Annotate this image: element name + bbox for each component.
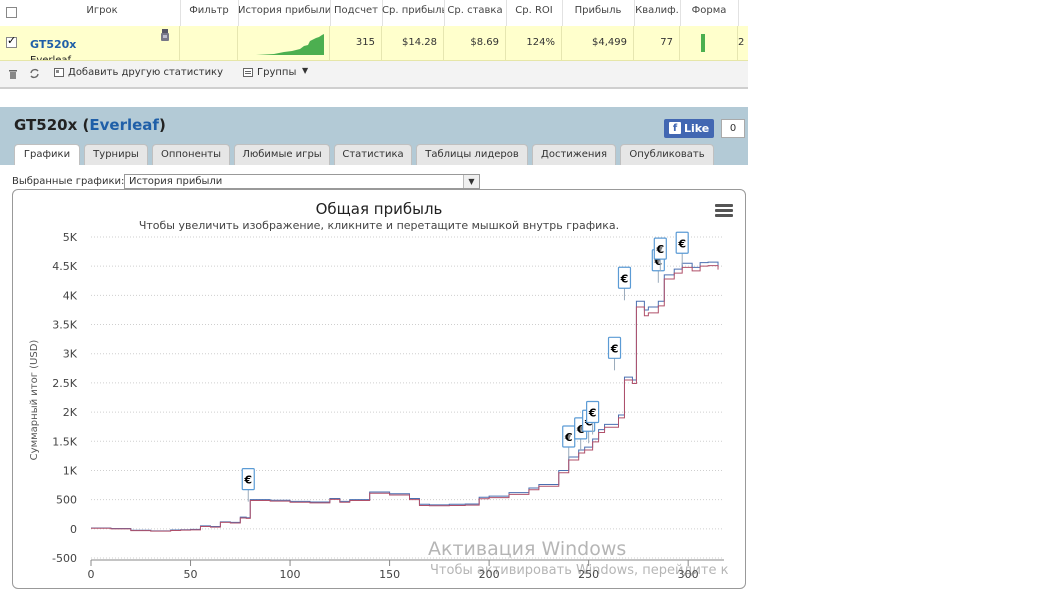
groups-button[interactable]: Группы — [257, 67, 296, 78]
y-tick-label: 2K — [63, 406, 78, 419]
windows-activation-text: Чтобы активировать Windows, перейдите к — [430, 563, 729, 578]
count-cell: 315 — [330, 26, 382, 60]
avg-stake-cell: $8.69 — [444, 26, 506, 60]
profit-chart[interactable]: 5K 4.5K 4K 3.5K 3K 2.5K 2K 1.5K 1K 500 0 -500 0 50 10… — [13, 190, 745, 588]
euro-marker[interactable]: € — [562, 425, 576, 460]
player-site: Everleaf — [30, 44, 71, 60]
selected-charts-label: Выбранные графики: — [12, 176, 125, 187]
sparkline-area — [256, 34, 324, 55]
profit-cell: $4,499 — [562, 26, 634, 60]
marker-label: € — [677, 237, 686, 250]
form-bar — [701, 34, 705, 52]
y-tick-label: 2.5K — [52, 377, 77, 390]
euro-marker[interactable]: € — [675, 231, 689, 266]
facebook-like-label: Like — [684, 122, 710, 135]
chart-select-value: История прибыли — [129, 176, 223, 187]
qualification-cell: 77 — [634, 26, 680, 60]
stats-grid: Игрок Фильтр История прибыли Подсчет Ср.… — [0, 0, 748, 89]
select-all-checkbox[interactable] — [6, 7, 17, 18]
col-avg-profit[interactable]: Ср. прибыль — [382, 0, 445, 26]
series-line — [91, 265, 719, 532]
chevron-down-icon[interactable]: ▼ — [463, 175, 479, 188]
title-player: GT520x — [14, 116, 78, 134]
profit-history-sparkline — [238, 26, 330, 60]
x-tick-label: 50 — [184, 568, 198, 581]
y-tick-label: -500 — [52, 552, 77, 565]
trailing-cell: 2 — [738, 37, 745, 48]
tab-statistics[interactable]: Статистика — [334, 144, 412, 165]
facebook-icon: f — [669, 122, 681, 134]
add-stats-icon — [54, 68, 64, 77]
x-tick-label: 100 — [280, 568, 301, 581]
tab-charts[interactable]: Графики — [14, 144, 80, 166]
title-paren-close: ) — [158, 116, 166, 134]
title-site-link[interactable]: Everleaf — [89, 116, 159, 134]
grid-toolbar: Добавить другую статистику Группы ▼ — [0, 61, 748, 89]
col-count[interactable]: Подсчет — [330, 0, 383, 26]
player-cell: GT520x Everleaf — [24, 26, 180, 60]
col-form[interactable]: Форма — [680, 0, 739, 26]
page-title: GT520x (Everleaf) — [14, 116, 166, 134]
y-tick-label: 500 — [56, 494, 77, 507]
y-tick-label: 3.5K — [52, 319, 77, 332]
avg-roi-cell: 124% — [506, 26, 562, 60]
player-panel: GT520x (Everleaf) f Like 0 Графики Турнир… — [0, 107, 748, 589]
col-player[interactable]: Игрок — [24, 0, 181, 26]
filter-cell — [180, 26, 238, 60]
avg-profit-cell: $14.28 — [382, 26, 444, 60]
groups-icon — [243, 68, 253, 77]
facebook-like-count: 0 — [721, 119, 745, 138]
chart-select[interactable]: История прибыли ▼ — [124, 174, 480, 189]
chart-container[interactable]: Общая прибыль Чтобы увеличить изображени… — [12, 189, 746, 589]
sparkline-chart — [256, 34, 324, 55]
tab-content: Выбранные графики: История прибыли ▼ Общ… — [0, 165, 748, 589]
col-qualification[interactable]: Квалиф. — [634, 0, 681, 26]
col-profit[interactable]: Прибыль — [562, 0, 635, 26]
y-axis-label: Суммарный итог (USD) — [29, 340, 40, 461]
marker-label: € — [243, 474, 252, 487]
trash-icon[interactable] — [8, 68, 18, 79]
grid-header: Игрок Фильтр История прибыли Подсчет Ср.… — [0, 0, 748, 27]
marker-label: € — [610, 342, 619, 355]
y-tick-label: 5K — [63, 231, 78, 244]
tab-opponents[interactable]: Оппоненты — [152, 144, 230, 165]
y-tick-label: 4K — [63, 289, 78, 302]
windows-activation-title: Активация Windows — [428, 538, 627, 560]
table-row[interactable]: GT520x Everleaf 315 $14.28 $8.69 124% $4… — [0, 26, 748, 61]
row-checkbox[interactable] — [6, 34, 17, 48]
tab-publish[interactable]: Опубликовать — [620, 144, 714, 165]
chevron-down-icon[interactable]: ▼ — [302, 66, 308, 75]
tab-achievements[interactable]: Достижения — [532, 144, 616, 165]
col-avg-stake[interactable]: Ср. ставка — [444, 0, 507, 26]
col-filter[interactable]: Фильтр — [180, 0, 239, 26]
y-tick-label: 1.5K — [52, 435, 77, 448]
facebook-like-button[interactable]: f Like — [664, 119, 714, 138]
col-avg-roi[interactable]: Ср. ROI — [506, 0, 563, 26]
marker-label: € — [620, 272, 629, 285]
y-tick-label: 1K — [63, 464, 78, 477]
player-avatar-icon — [161, 29, 169, 41]
x-tick-label: 0 — [88, 568, 95, 581]
add-stats-button[interactable]: Добавить другую статистику — [68, 67, 223, 78]
y-tick-label: 3K — [63, 348, 78, 361]
col-profit-history[interactable]: История прибыли — [238, 0, 331, 26]
y-tick-label: 0 — [70, 523, 77, 536]
marker-label: € — [655, 243, 664, 256]
tab-tournaments[interactable]: Турниры — [84, 144, 148, 165]
marker-label: € — [564, 431, 573, 444]
tab-favorite-games[interactable]: Любимые игры — [234, 144, 330, 165]
form-cell — [680, 26, 738, 60]
refresh-icon[interactable] — [29, 68, 40, 79]
x-tick-label: 150 — [379, 568, 400, 581]
euro-marker[interactable]: € — [241, 468, 255, 502]
y-tick-label: 4.5K — [52, 260, 77, 273]
tab-leaderboards[interactable]: Таблицы лидеров — [416, 144, 528, 165]
euro-marker[interactable]: € — [607, 336, 622, 371]
marker-label: € — [588, 407, 597, 420]
